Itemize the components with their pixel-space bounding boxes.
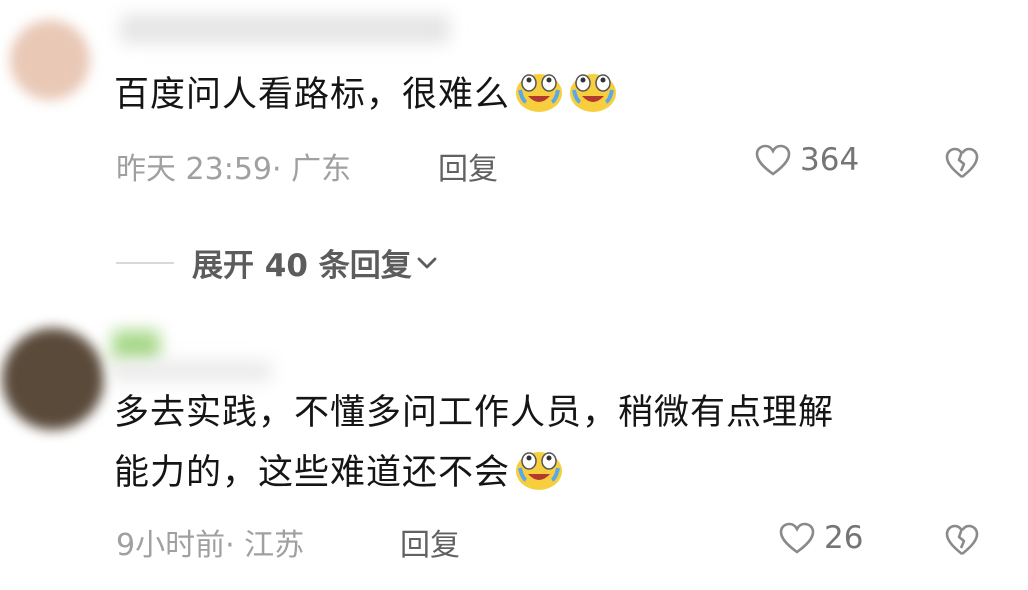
comment-time: 9小时前 xyxy=(116,528,226,563)
avatar[interactable] xyxy=(2,328,104,430)
expand-replies[interactable]: 展开 40 条回复 xyxy=(116,240,438,285)
comment-time: 昨天 23:59 xyxy=(116,152,272,187)
comment-meta: 昨天 23:59· 广东 xyxy=(116,144,351,188)
like-count: 364 xyxy=(800,142,860,178)
comment-text: 能力的，这些难道还不会 xyxy=(114,446,564,501)
broken-heart-icon[interactable] xyxy=(944,523,980,557)
reply-button[interactable]: 回复 xyxy=(438,144,498,188)
comment-text-line: 能力的，这些难道还不会 xyxy=(114,453,511,493)
laugh-cry-icon xyxy=(516,452,563,490)
comment-location: · 广东 xyxy=(272,152,352,187)
like-count: 26 xyxy=(824,520,864,556)
heart-icon xyxy=(755,144,791,176)
like-button[interactable]: 364 xyxy=(754,142,859,178)
comment-text-content: 百度问人看路标，很难么 xyxy=(114,75,511,115)
divider xyxy=(116,261,174,264)
heart-icon xyxy=(779,522,815,554)
username-blurred[interactable] xyxy=(120,14,450,44)
avatar[interactable] xyxy=(10,20,90,100)
laugh-cry-icon xyxy=(570,74,617,112)
comment-text-line: 多去实践，不懂多问工作人员，稍微有点理解 xyxy=(114,393,835,433)
username-tag-blurred xyxy=(112,360,272,382)
username-blurred[interactable] xyxy=(112,330,160,362)
expand-replies-label: 展开 40 条回复 xyxy=(192,248,412,284)
reply-button[interactable]: 回复 xyxy=(400,520,460,564)
broken-heart-icon[interactable] xyxy=(944,146,980,180)
laugh-cry-icon xyxy=(516,74,563,112)
chevron-down-icon xyxy=(417,257,437,268)
like-button[interactable]: 26 xyxy=(778,520,863,556)
comment-text: 百度问人看路标，很难么 xyxy=(114,68,618,123)
comment-location: · 江苏 xyxy=(225,528,305,563)
comment-meta: 9小时前· 江苏 xyxy=(116,520,304,564)
